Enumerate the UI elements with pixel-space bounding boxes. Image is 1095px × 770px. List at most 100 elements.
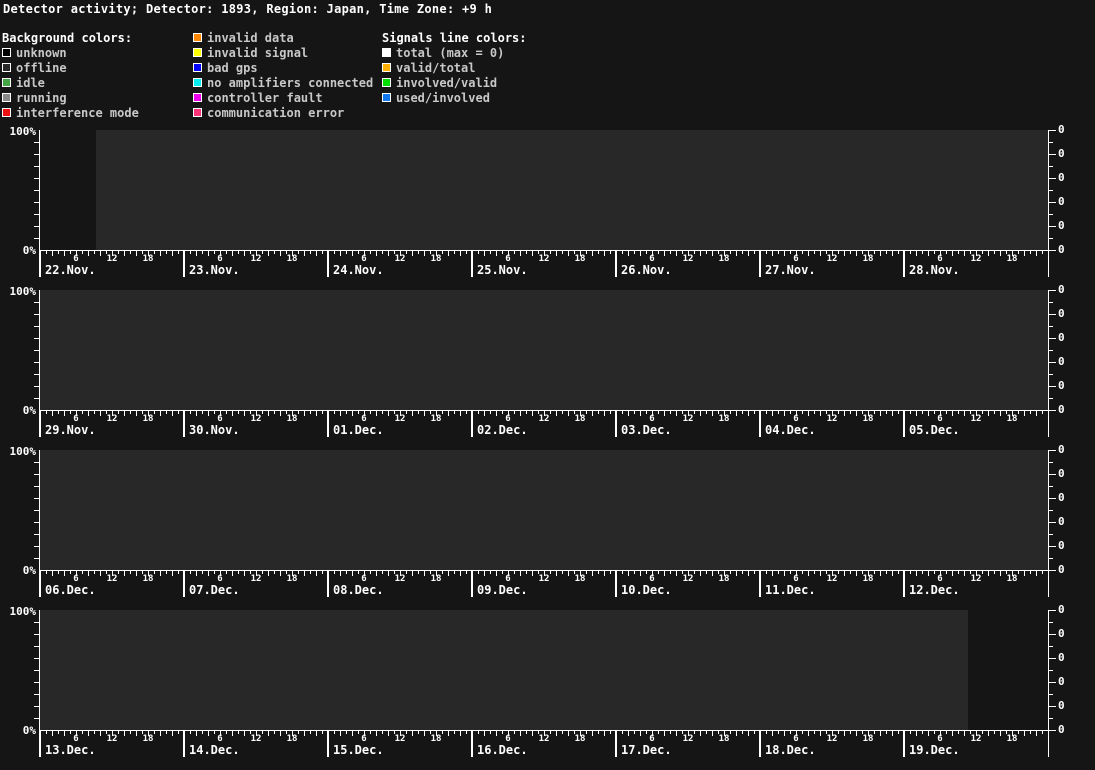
hour-tick: [412, 411, 413, 416]
y-tick-right: [1049, 462, 1053, 463]
hour-tick: [892, 411, 893, 416]
y-tick-left: [34, 558, 39, 559]
hour-label: 12: [389, 734, 411, 744]
hour-label: 6: [209, 254, 231, 264]
date-label: 10.Dec.: [621, 583, 672, 597]
hour-tick: [778, 411, 779, 414]
hour-tick: [910, 731, 911, 734]
hour-tick: [178, 411, 179, 414]
hour-tick: [706, 411, 707, 414]
day-tick: [903, 571, 905, 597]
hour-tick: [736, 251, 737, 256]
hour-tick: [478, 731, 479, 734]
hour-tick: [166, 731, 167, 734]
hour-tick: [484, 411, 485, 416]
y-right-zero-label: 0: [1058, 195, 1074, 208]
date-label: 18.Dec.: [765, 743, 816, 757]
hour-tick: [952, 411, 953, 416]
y-axis-right: [1048, 130, 1049, 277]
y-right-zero-label: 0: [1058, 243, 1074, 256]
unknown-swatch: [2, 48, 11, 57]
hour-tick: [46, 571, 47, 574]
hour-label: 12: [821, 734, 843, 744]
hour-tick: [376, 411, 377, 416]
hour-tick: [814, 251, 815, 254]
bad-gps-swatch: [193, 63, 202, 72]
y-tick-right: [1049, 178, 1056, 179]
hour-tick: [742, 251, 743, 254]
hour-tick: [412, 731, 413, 736]
hour-tick: [808, 731, 809, 736]
hour-tick: [382, 411, 383, 414]
hour-label: 18: [857, 414, 879, 424]
y-label-0: 0%: [2, 564, 36, 577]
hour-tick: [922, 571, 923, 574]
hour-tick: [232, 251, 233, 256]
hour-tick: [376, 251, 377, 256]
date-label: 15.Dec.: [333, 743, 384, 757]
y-tick-left: [34, 238, 39, 239]
hour-tick: [460, 571, 461, 576]
hour-tick: [196, 411, 197, 416]
hour-tick: [748, 411, 749, 416]
hour-tick: [478, 251, 479, 254]
hour-tick: [598, 731, 599, 734]
legend-item-bad-gps: bad gps: [193, 60, 373, 75]
hour-tick: [94, 251, 95, 254]
y-tick-right: [1049, 522, 1056, 523]
hour-tick: [598, 251, 599, 254]
hour-label: 6: [929, 734, 951, 744]
hour-tick: [160, 411, 161, 416]
y-tick-right: [1049, 302, 1053, 303]
day-tick: [759, 251, 761, 277]
hour-tick: [322, 411, 323, 414]
legend-background-header: Background colors:: [2, 30, 139, 45]
offline-region: [96, 130, 1048, 250]
date-label: 12.Dec.: [909, 583, 960, 597]
hour-tick: [778, 571, 779, 574]
y-tick-left: [34, 226, 39, 227]
hour-tick: [772, 251, 773, 256]
hour-label: 12: [101, 574, 123, 584]
hour-tick: [172, 571, 173, 576]
invalid-data-swatch: [193, 33, 202, 42]
day-tick: [39, 571, 41, 597]
hour-tick: [160, 251, 161, 256]
hour-tick: [322, 571, 323, 574]
hour-tick: [700, 411, 701, 416]
hour-tick: [124, 411, 125, 416]
hour-tick: [1042, 571, 1043, 574]
hour-tick: [178, 571, 179, 574]
y-right-zero-label: 0: [1058, 723, 1074, 736]
y-tick-right: [1049, 622, 1053, 623]
hour-tick: [268, 411, 269, 416]
legend-label: involved/valid: [396, 76, 497, 90]
hour-tick: [454, 571, 455, 574]
y-tick-right: [1049, 226, 1056, 227]
hour-tick: [1036, 571, 1037, 576]
hour-tick: [526, 251, 527, 254]
y-tick-right: [1049, 634, 1056, 635]
hour-tick: [634, 251, 635, 254]
y-tick-right: [1049, 202, 1056, 203]
hour-tick: [880, 411, 881, 416]
invalid-signal-swatch: [193, 48, 202, 57]
y-right-zero-label: 0: [1058, 147, 1074, 160]
communication-error-swatch: [193, 108, 202, 117]
date-label: 05.Dec.: [909, 423, 960, 437]
legend-item-involved-valid: involved/valid: [382, 75, 527, 90]
hour-tick: [880, 251, 881, 256]
date-label: 16.Dec.: [477, 743, 528, 757]
hour-label: 12: [101, 414, 123, 424]
hour-tick: [448, 731, 449, 736]
y-right-zero-label: 0: [1058, 491, 1074, 504]
hour-tick: [736, 731, 737, 736]
y-tick-right: [1049, 706, 1056, 707]
y-tick-left: [34, 350, 39, 351]
hour-label: 6: [929, 574, 951, 584]
hour-tick: [124, 731, 125, 736]
y-tick-right: [1049, 350, 1053, 351]
hour-tick: [952, 571, 953, 576]
hour-tick: [316, 731, 317, 736]
hour-label: 12: [533, 414, 555, 424]
